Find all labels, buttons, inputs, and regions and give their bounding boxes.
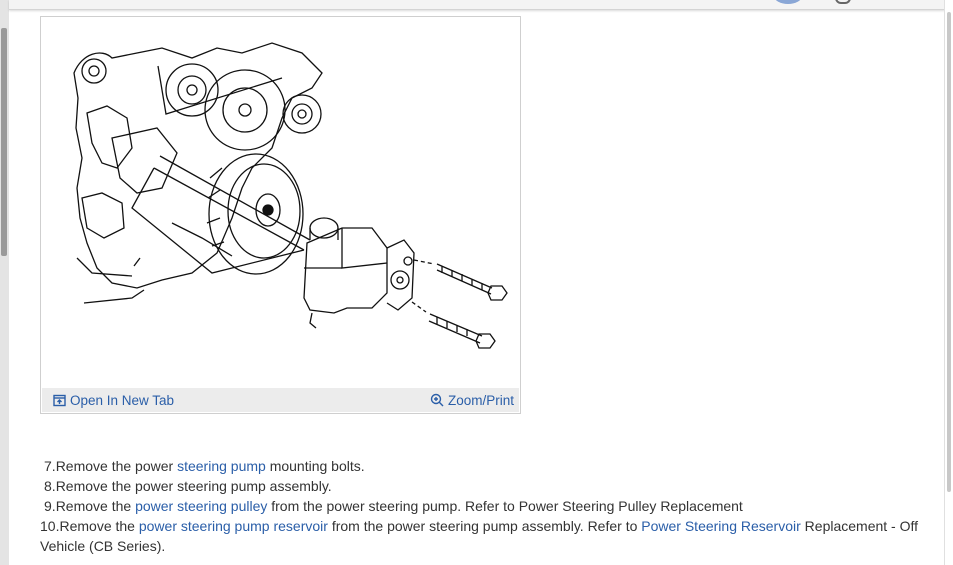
zoom-print-label: Zoom/Print bbox=[447, 392, 514, 408]
step-link[interactable]: power steering pulley bbox=[135, 498, 267, 514]
figure-footer: Open In New Tab Zoom/Print bbox=[42, 388, 519, 412]
figure-card: Open In New Tab Zoom/Print bbox=[40, 16, 521, 414]
right-scrollbar-thumb[interactable] bbox=[947, 12, 951, 492]
top-toolbar-edge bbox=[9, 0, 945, 10]
open-in-new-tab-button[interactable]: Open In New Tab bbox=[53, 393, 174, 408]
step-text: from the power steering pump. Refer to P… bbox=[267, 498, 743, 514]
step-link[interactable]: steering pump bbox=[177, 458, 266, 474]
procedure-step: 8. Remove the power steering pump assemb… bbox=[40, 476, 935, 496]
step-text: Remove the bbox=[59, 518, 139, 534]
step-text: Remove the bbox=[55, 498, 136, 514]
toolbar-icon[interactable] bbox=[835, 0, 851, 4]
step-text: Remove the power steering pump assembly. bbox=[55, 478, 332, 494]
step-number: 10. bbox=[40, 518, 60, 534]
step-number: 8. bbox=[44, 478, 56, 494]
procedure-step: 7. Remove the power steering pump mounti… bbox=[40, 456, 935, 476]
left-scrollbar-thumb[interactable] bbox=[1, 28, 7, 256]
zoom-in-icon bbox=[430, 393, 444, 407]
right-scrollbar[interactable] bbox=[944, 0, 953, 565]
step-text: mounting bolts. bbox=[265, 458, 365, 474]
open-in-new-tab-label: Open In New Tab bbox=[70, 392, 175, 408]
step-number: 7. bbox=[44, 458, 56, 474]
engine-diagram-image bbox=[73, 42, 508, 349]
zoom-print-button[interactable]: Zoom/Print bbox=[430, 393, 514, 408]
avatar[interactable] bbox=[774, 0, 802, 4]
step-text: Remove the power bbox=[55, 458, 178, 474]
step-link[interactable]: power steering pump reservoir bbox=[139, 518, 328, 534]
step-link[interactable]: Power Steering Reservoir bbox=[641, 518, 801, 534]
step-text: from the power steering pump assembly. R… bbox=[327, 518, 642, 534]
procedure-step: 10. Remove the power steering pump reser… bbox=[40, 516, 935, 556]
left-scrollbar[interactable] bbox=[0, 0, 9, 565]
procedure-step: 9. Remove the power steering pulley from… bbox=[40, 496, 935, 516]
open-new-tab-icon bbox=[53, 394, 66, 406]
step-number: 9. bbox=[44, 498, 56, 514]
procedure-steps: 7. Remove the power steering pump mounti… bbox=[40, 456, 935, 556]
